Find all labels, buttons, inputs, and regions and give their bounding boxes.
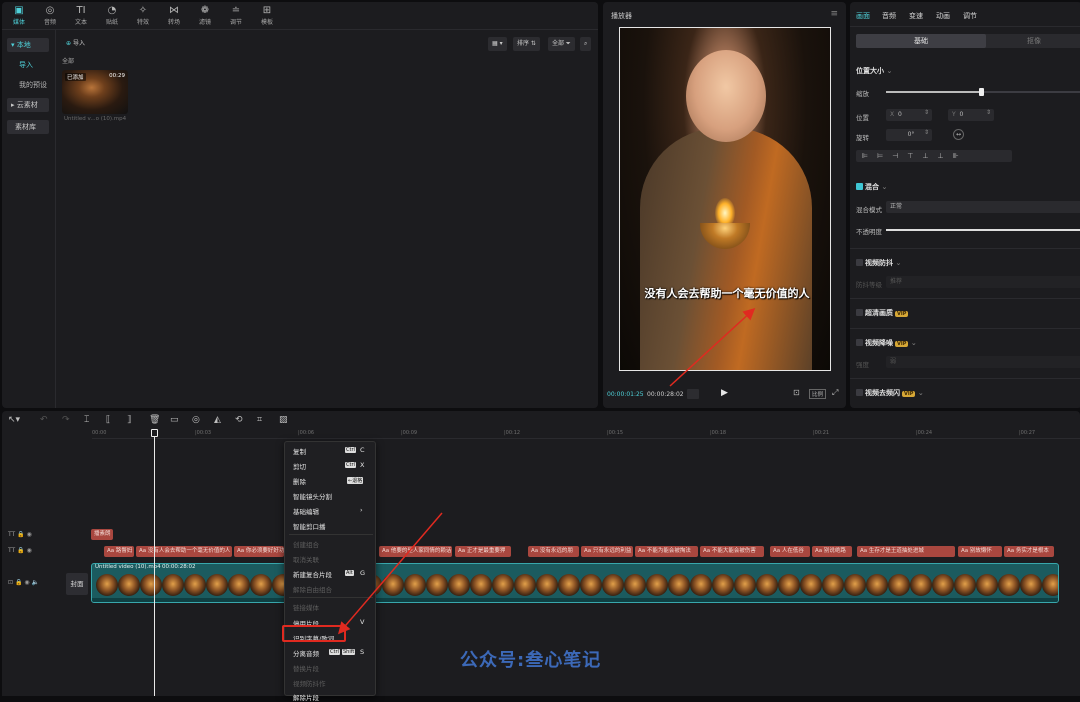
arrow-to-preview: [669, 307, 756, 387]
annotation-arrows: [338, 307, 756, 635]
watermark: 公众号:叁心笔记: [460, 650, 602, 671]
arrow-to-menu: [338, 512, 443, 635]
